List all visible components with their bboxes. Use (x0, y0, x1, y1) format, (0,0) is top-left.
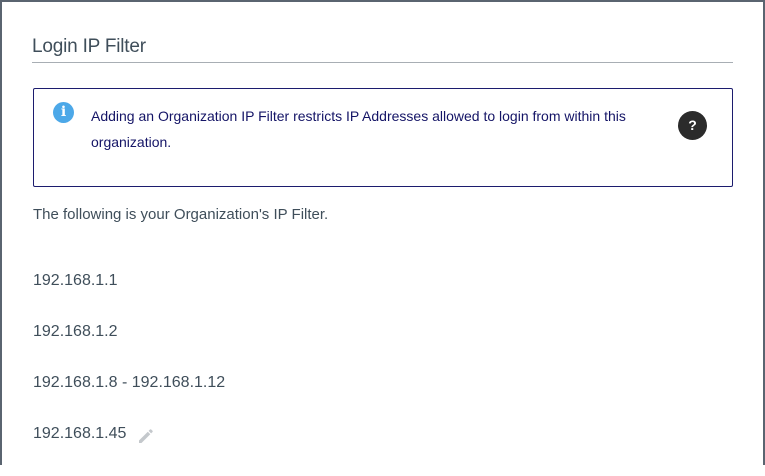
ip-filter-item: 192.168.1.2 (33, 323, 225, 374)
ip-filter-value: 192.168.1.45 (33, 425, 127, 442)
section-title: Login IP Filter (32, 36, 146, 57)
pencil-icon[interactable] (136, 426, 156, 446)
intro-text: The following is your Organization's IP … (33, 206, 329, 223)
ip-filter-list: 192.168.1.1 192.168.1.2 192.168.1.8 - 19… (33, 272, 225, 476)
info-message: Adding an Organization IP Filter restric… (91, 108, 626, 150)
ip-filter-item: 192.168.1.45 (33, 425, 225, 476)
ip-filter-value: 192.168.1.1 (33, 272, 118, 289)
info-icon: i (53, 102, 74, 123)
ip-filter-value: 192.168.1.8 - 192.168.1.12 (33, 374, 226, 391)
ip-filter-value: 192.168.1.2 (33, 323, 118, 340)
ip-filter-item: 192.168.1.1 (33, 272, 225, 323)
ip-filter-item: 192.168.1.8 - 192.168.1.12 (33, 374, 225, 425)
login-ip-filter-panel: Login IP Filter i Adding an Organization… (0, 0, 765, 465)
info-callout: i Adding an Organization IP Filter restr… (33, 88, 733, 187)
help-button[interactable]: ? (678, 111, 707, 140)
title-divider (32, 62, 733, 63)
